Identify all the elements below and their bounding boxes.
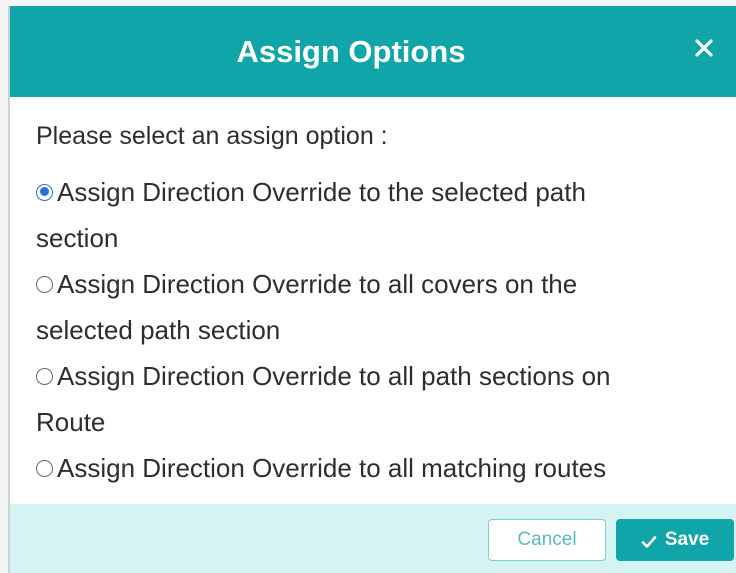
assign-option-list: Assign Direction Override to the selecte… (36, 169, 716, 491)
option-label-line1: Assign Direction Override to all matchin… (57, 453, 607, 483)
option-label-line2: selected path section (36, 315, 281, 345)
radio-button-selected[interactable] (36, 183, 53, 201)
prompt-text: Please select an assign option : (36, 122, 388, 150)
save-button-label: Save (664, 529, 710, 550)
dialog-footer: Cancel Save (10, 504, 736, 573)
option-all-path-sections-on-route[interactable]: Assign Direction Override to all path se… (36, 353, 716, 445)
radio-button[interactable] (36, 275, 53, 293)
dialog-body: Please select an assign option : Assign … (10, 97, 736, 491)
option-label-line1: Assign Direction Override to all path se… (57, 361, 611, 391)
option-label-line1: Assign Direction Override to all covers … (57, 269, 578, 299)
option-selected-path-section[interactable]: Assign Direction Override to the selecte… (36, 169, 716, 261)
assign-options-dialog: Assign Options Please select an assign o… (8, 6, 736, 573)
radio-button[interactable] (36, 367, 53, 385)
option-all-matching-routes[interactable]: Assign Direction Override to all matchin… (36, 445, 716, 491)
check-icon (641, 533, 657, 548)
save-button[interactable]: Save (616, 519, 734, 561)
option-label-line1: Assign Direction Override to the selecte… (57, 177, 586, 207)
dialog-header: Assign Options (10, 6, 736, 97)
option-label-line2: section (36, 223, 119, 253)
option-all-covers[interactable]: Assign Direction Override to all covers … (36, 261, 716, 353)
cancel-button[interactable]: Cancel (488, 519, 606, 561)
close-icon[interactable] (690, 34, 718, 62)
option-label-line2: Route (36, 407, 106, 437)
radio-button[interactable] (36, 459, 53, 477)
dialog-title: Assign Options (236, 33, 466, 69)
